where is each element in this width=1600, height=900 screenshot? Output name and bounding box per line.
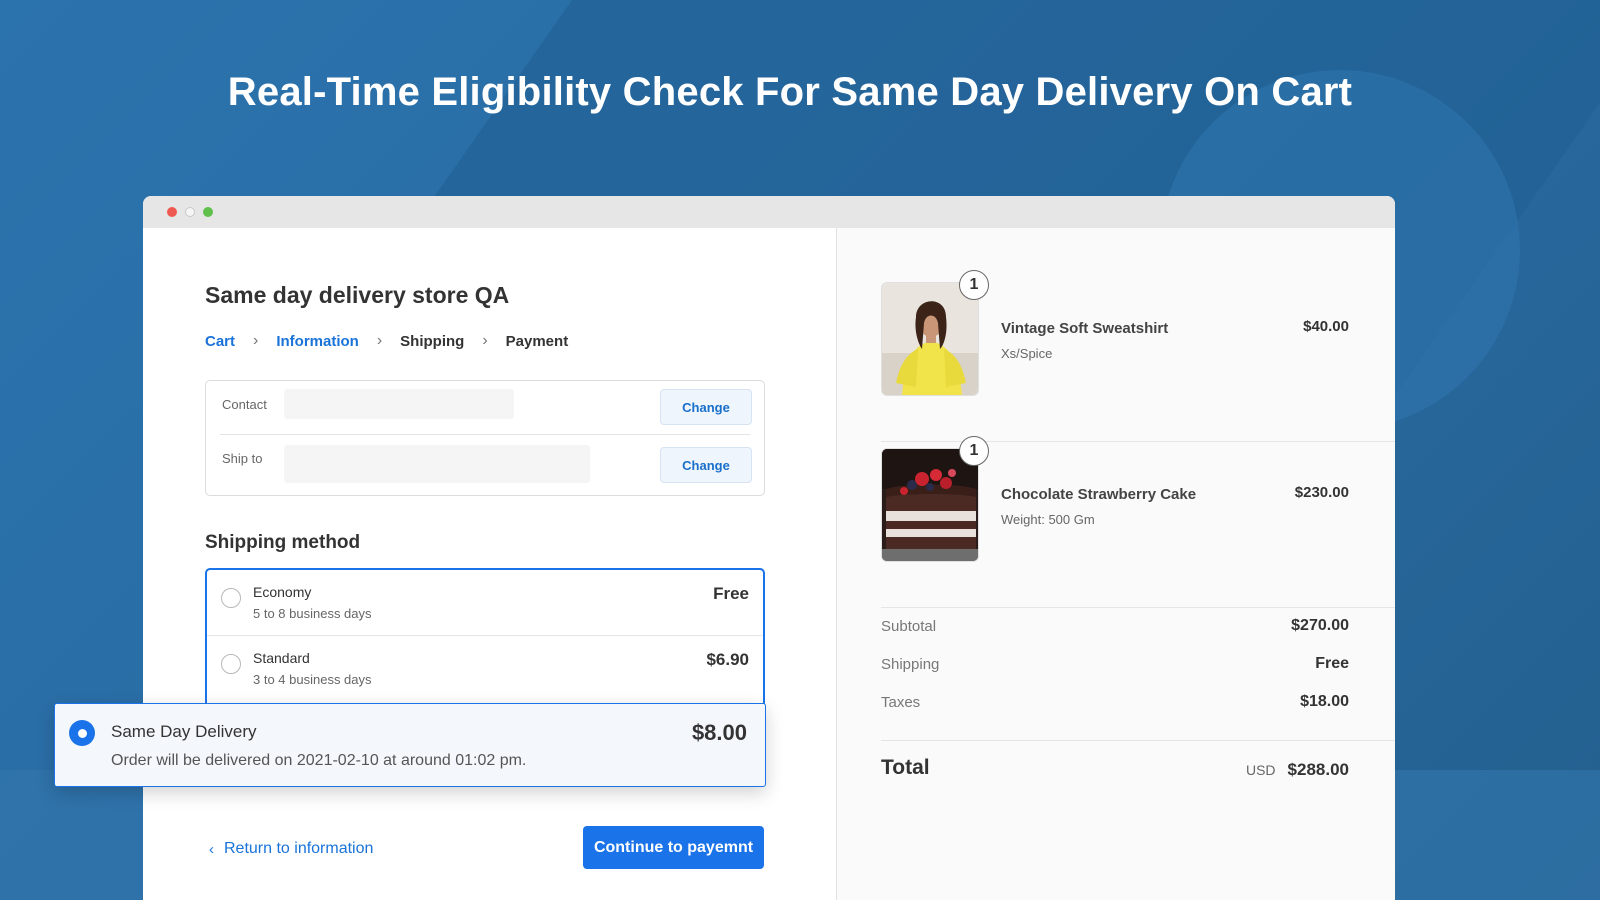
- window-titlebar: [143, 196, 1395, 228]
- review-info-box: Contact Change Ship to Change: [205, 380, 765, 496]
- chevron-right-icon: ›: [482, 332, 488, 349]
- taxes-label: Taxes: [881, 693, 921, 711]
- continue-to-payment-button[interactable]: Continue to payemnt: [583, 826, 764, 869]
- radio-same-day-selected[interactable]: [69, 720, 95, 746]
- cart-item: 1 Chocolate Strawberry Cake Weight: 500 …: [881, 436, 1395, 608]
- ship-to-label: Ship to: [222, 451, 263, 466]
- hero-title: Real-Time Eligibility Check For Same Day…: [227, 70, 1353, 114]
- minimize-dot-icon[interactable]: [185, 207, 195, 217]
- taxes-row: Taxes $18.00: [881, 690, 1349, 714]
- contact-label: Contact: [222, 397, 267, 412]
- currency-code: USD: [1245, 762, 1276, 778]
- total-amount: USD $288.00: [1246, 760, 1349, 780]
- item-name: Chocolate Strawberry Cake: [1001, 486, 1197, 503]
- breadcrumb: Cart › Information › Shipping › Payment: [205, 332, 568, 350]
- shipping-option-same-day[interactable]: Same Day Delivery Order will be delivere…: [54, 703, 766, 787]
- cart-item: 1 Vintage Soft Sweatshirt Xs/Spice $40.0…: [881, 270, 1395, 442]
- total-label: Total: [881, 756, 930, 779]
- item-name: Vintage Soft Sweatshirt: [1001, 320, 1169, 337]
- quantity-badge: 1: [959, 270, 989, 300]
- item-variant: Weight: 500 Gm: [1001, 512, 1095, 527]
- chevron-right-icon: ›: [253, 332, 259, 349]
- contact-row: Contact Change: [220, 381, 752, 435]
- option-name: Standard: [253, 650, 310, 666]
- shipping-row: Shipping Free: [881, 652, 1349, 676]
- taxes-value: $18.00: [1300, 693, 1349, 710]
- quantity-badge: 1: [959, 436, 989, 466]
- close-dot-icon[interactable]: [167, 207, 177, 217]
- breadcrumb-shipping: Shipping: [400, 332, 465, 350]
- maximize-dot-icon[interactable]: [203, 207, 213, 217]
- ship-to-value: [284, 445, 590, 483]
- total-divider: [881, 740, 1395, 741]
- chevron-right-icon: ›: [376, 332, 383, 349]
- contact-value: [284, 389, 514, 419]
- option-desc: 3 to 4 business days: [253, 672, 372, 687]
- ship-to-row: Ship to Change: [206, 435, 764, 489]
- radio-standard[interactable]: [221, 654, 241, 674]
- item-price: $40.00: [1303, 318, 1349, 335]
- item-variant: Xs/Spice: [1001, 346, 1053, 361]
- store-name: Same day delivery store QA: [205, 282, 510, 308]
- radio-economy[interactable]: [221, 588, 241, 608]
- option-price: Free: [713, 584, 749, 603]
- subtotal-label: Subtotal: [881, 617, 937, 635]
- shipping-method-title: Shipping method: [205, 532, 361, 553]
- item-price: $230.00: [1294, 484, 1349, 501]
- return-link-label: Return to information: [224, 840, 374, 857]
- checkout-pane: Same day delivery store QA Cart › Inform…: [143, 228, 836, 900]
- breadcrumb-cart[interactable]: Cart: [205, 333, 235, 350]
- chevron-left-icon: ‹: [209, 840, 214, 858]
- same-day-price: $8.00: [691, 720, 747, 745]
- browser-window: Same day delivery store QA Cart › Inform…: [143, 196, 1395, 900]
- product-image-sweatshirt: [881, 282, 979, 396]
- shipping-option-economy[interactable]: Economy 5 to 8 business days Free: [207, 570, 763, 636]
- total-value: $288.00: [1287, 760, 1349, 779]
- option-desc: 5 to 8 business days: [253, 606, 372, 621]
- return-to-information-link[interactable]: ‹ Return to information: [209, 840, 373, 858]
- shipping-option-standard[interactable]: Standard 3 to 4 business days $6.90: [207, 636, 763, 702]
- breadcrumb-information[interactable]: Information: [276, 333, 359, 350]
- same-day-delivery-estimate: Order will be delivered on 2021-02-10 at…: [111, 752, 527, 769]
- order-summary-pane: 1 Vintage Soft Sweatshirt Xs/Spice $40.0…: [836, 228, 1395, 900]
- option-price: $6.90: [706, 650, 749, 669]
- option-name: Economy: [253, 584, 312, 600]
- subtotal-row: Subtotal $270.00: [881, 614, 1349, 638]
- breadcrumb-payment: Payment: [505, 332, 569, 350]
- subtotal-value: $270.00: [1291, 617, 1349, 634]
- change-contact-button[interactable]: Change: [660, 389, 752, 425]
- shipping-value: Free: [1315, 655, 1349, 672]
- change-ship-to-button[interactable]: Change: [660, 447, 752, 483]
- product-image-cake: [881, 448, 979, 562]
- same-day-name: Same Day Delivery: [111, 722, 257, 741]
- shipping-label: Shipping: [881, 655, 940, 673]
